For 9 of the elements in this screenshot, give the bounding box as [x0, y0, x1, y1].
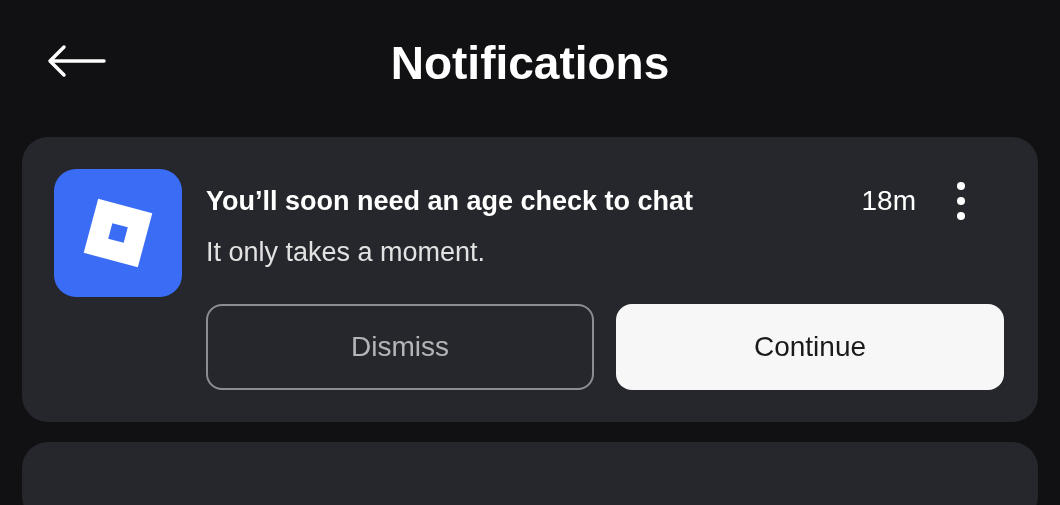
continue-button[interactable]: Continue — [616, 304, 1004, 390]
notification-message: It only takes a moment. — [206, 237, 487, 268]
notification-title: You’ll soon need an age check to chat — [206, 185, 695, 217]
more-options-icon[interactable] — [956, 181, 966, 221]
dismiss-button[interactable]: Dismiss — [206, 304, 594, 390]
app-logo-icon — [54, 169, 182, 297]
page-title: Notifications — [390, 35, 670, 90]
back-arrow-icon[interactable] — [46, 44, 106, 78]
notification-time: 18m — [861, 185, 916, 217]
